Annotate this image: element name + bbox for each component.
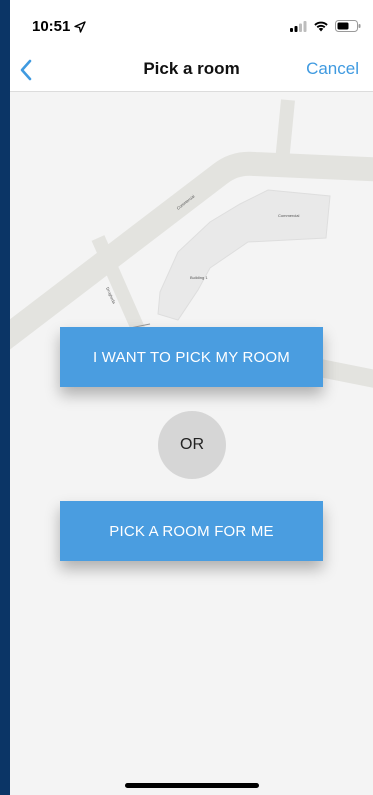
nav-bar: Pick a room Cancel xyxy=(10,48,373,92)
status-icons xyxy=(290,20,361,32)
cancel-button[interactable]: Cancel xyxy=(306,59,359,79)
or-divider: OR xyxy=(158,411,226,479)
app-frame: 10:51 Pick a room Cancel Commercial Drog… xyxy=(10,0,373,795)
pick-room-for-me-button[interactable]: PICK A ROOM FOR ME xyxy=(60,501,323,561)
home-indicator[interactable] xyxy=(125,783,259,788)
battery-icon xyxy=(335,20,361,32)
signal-icon xyxy=(290,20,307,32)
map-label-building-center: Building 1 xyxy=(190,275,208,280)
status-time: 10:51 xyxy=(32,18,87,35)
wifi-icon xyxy=(314,21,328,32)
time-text: 10:51 xyxy=(32,18,71,35)
status-bar: 10:51 xyxy=(10,0,373,48)
map-label-building-right: Commercial xyxy=(278,213,299,218)
road-top-stub xyxy=(275,99,295,163)
location-arrow-icon xyxy=(74,20,87,33)
pick-my-room-button[interactable]: I WANT TO PICK MY ROOM xyxy=(60,327,323,387)
